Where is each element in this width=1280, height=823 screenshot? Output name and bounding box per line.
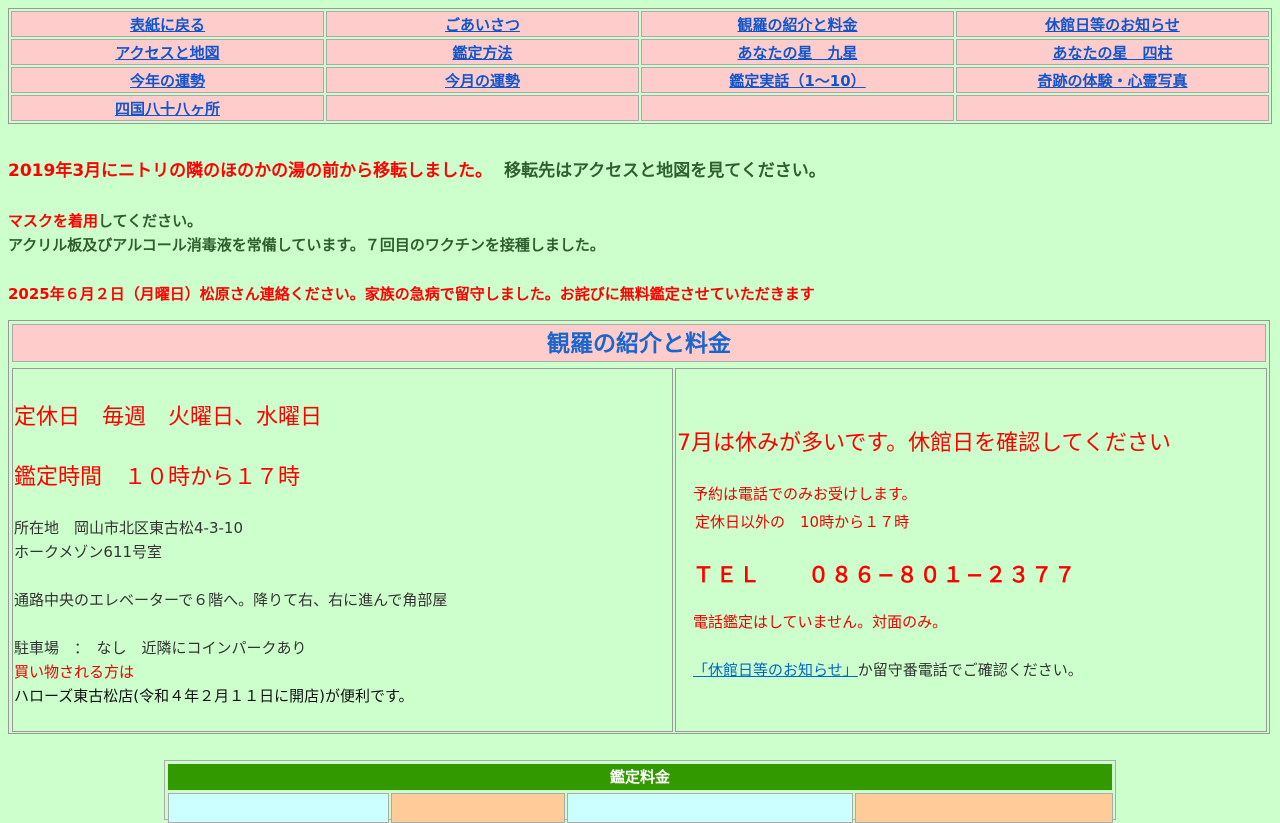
nav-cell: 休館日等のお知らせ	[956, 11, 1269, 37]
nav-cell: あなたの星 四柱	[956, 39, 1269, 65]
nav-row: 今年の運勢 今月の運勢 鑑定実話（1〜10） 奇跡の体験・心霊写真	[11, 67, 1269, 93]
nav-cell: あなたの星 九星	[641, 39, 954, 65]
move-notice-red: 2019年3月にニトリの隣のほのかの湯の前から移転しました。	[8, 161, 493, 181]
reservation-hours: 定休日以外の 10時から１７時	[695, 513, 910, 531]
nav-link[interactable]: 表紙に戻る	[130, 16, 205, 34]
nav-cell: 四国八十八ヶ所	[11, 95, 324, 121]
nav-cell: 今月の運勢	[326, 67, 639, 93]
july-notice: 7月は休みが多いです。休館日を確認してください	[677, 431, 1171, 456]
urgent-notice: 2025年６月２日（月曜日）松原さん連絡ください。家族の急病で留守しました。お詫…	[8, 285, 815, 303]
nav-link[interactable]: 観羅の紹介と料金	[737, 16, 857, 34]
nav-link[interactable]: 奇跡の体験・心霊写真	[1037, 72, 1187, 90]
nav-link[interactable]: あなたの星 九星	[737, 44, 857, 62]
nav-cell: 今年の運勢	[11, 67, 324, 93]
parking-info: 駐車場 ： なし 近隣にコインパークあり	[14, 639, 307, 657]
nav-cell	[326, 95, 639, 121]
section-title: 観羅の紹介と料金	[12, 324, 1266, 362]
nav-cell: 奇跡の体験・心霊写真	[956, 67, 1269, 93]
info-right-column: 7月は休みが多いです。休館日を確認してください 予約は電話でのみお受けします。 …	[675, 368, 1267, 732]
nav-table: 表紙に戻る ごあいさつ 観羅の紹介と料金 休館日等のお知らせアクセスと地図 鑑定方法 あな…	[8, 8, 1272, 124]
mask-notice: マスクを着用してください。	[8, 210, 202, 231]
address-line2: ホークメゾン611号室	[14, 543, 163, 561]
fee-cell	[391, 793, 565, 823]
nav-cell	[641, 95, 954, 121]
address-line1: 所在地 岡山市北区東古松4-3-10	[14, 519, 244, 537]
fee-cell	[567, 793, 853, 823]
move-notice-rest: 移転先はアクセスと地図を見てください。	[504, 161, 826, 181]
mask-notice-rest: してください。	[98, 212, 203, 230]
nav-cell: 表紙に戻る	[11, 11, 324, 37]
info-left-column: 定休日 毎週 火曜日、水曜日 鑑定時間 １０時から１７時 所在地 岡山市北区東古…	[12, 368, 673, 732]
nav-cell: 観羅の紹介と料金	[641, 11, 954, 37]
nav-link[interactable]: 今月の運勢	[445, 72, 520, 90]
no-phone-reading: 電話鑑定はしていません。対面のみ。	[693, 613, 948, 631]
closure-notice-link[interactable]: 「休館日等のお知らせ」	[693, 661, 858, 679]
nav-cell: ごあいさつ	[326, 11, 639, 37]
nav-cell: 鑑定方法	[326, 39, 639, 65]
fee-table-title: 鑑定料金	[168, 764, 1112, 790]
nav-link[interactable]: ごあいさつ	[445, 16, 520, 34]
reservation-note: 予約は電話でのみお受けします。	[693, 485, 917, 503]
nav-link[interactable]: アクセスと地図	[115, 44, 219, 62]
phone-number: ＴＥＬ ０８６−８０１−２３７７	[693, 563, 1078, 587]
nav-row: 表紙に戻る ごあいさつ 観羅の紹介と料金 休館日等のお知らせ	[11, 11, 1269, 37]
closure-note: 「休館日等のお知らせ」か留守番電話でご確認ください。	[693, 659, 1083, 680]
nav-cell: アクセスと地図	[11, 39, 324, 65]
fee-cell	[168, 793, 389, 823]
shopping-label: 買い物される方は	[14, 663, 135, 681]
closed-days: 定休日 毎週 火曜日、水曜日	[14, 405, 323, 430]
fee-table: 鑑定料金	[164, 760, 1116, 823]
mask-notice-red: マスクを着用	[8, 212, 99, 230]
shopping-info: ハローズ東古松店(令和４年２月１１日に開店)が便利です。	[14, 687, 414, 705]
nav-link[interactable]: あなたの星 四柱	[1052, 44, 1172, 62]
nav-cell	[956, 95, 1269, 121]
move-notice: 2019年3月にニトリの隣のほのかの湯の前から移転しました。 移転先はアクセスと…	[8, 156, 826, 181]
nav-link[interactable]: 休館日等のお知らせ	[1045, 16, 1180, 34]
closure-note-rest: か留守番電話でご確認ください。	[857, 661, 1083, 679]
nav-link[interactable]: 今年の運勢	[130, 72, 205, 90]
nav-cell: 鑑定実話（1〜10）	[641, 67, 954, 93]
nav-link[interactable]: 鑑定実話（1〜10）	[729, 72, 865, 90]
nav-row: 四国八十八ヶ所	[11, 95, 1269, 121]
nav-link[interactable]: 鑑定方法	[452, 44, 512, 62]
acrylic-notice: アクリル板及びアルコール消毒液を常備しています。７回目のワクチンを接種しました。	[8, 236, 605, 254]
directions: 通路中央のエレベーターで６階へ。降りて右、右に進んで角部屋	[14, 591, 448, 609]
nav-link[interactable]: 四国八十八ヶ所	[115, 100, 220, 118]
nav-row: アクセスと地図 鑑定方法 あなたの星 九星 あなたの星 四柱	[11, 39, 1269, 65]
business-hours: 鑑定時間 １０時から１７時	[14, 465, 301, 490]
intro-section: 観羅の紹介と料金 定休日 毎週 火曜日、水曜日 鑑定時間 １０時から１７時 所在…	[8, 320, 1270, 734]
fee-cell	[855, 793, 1113, 823]
